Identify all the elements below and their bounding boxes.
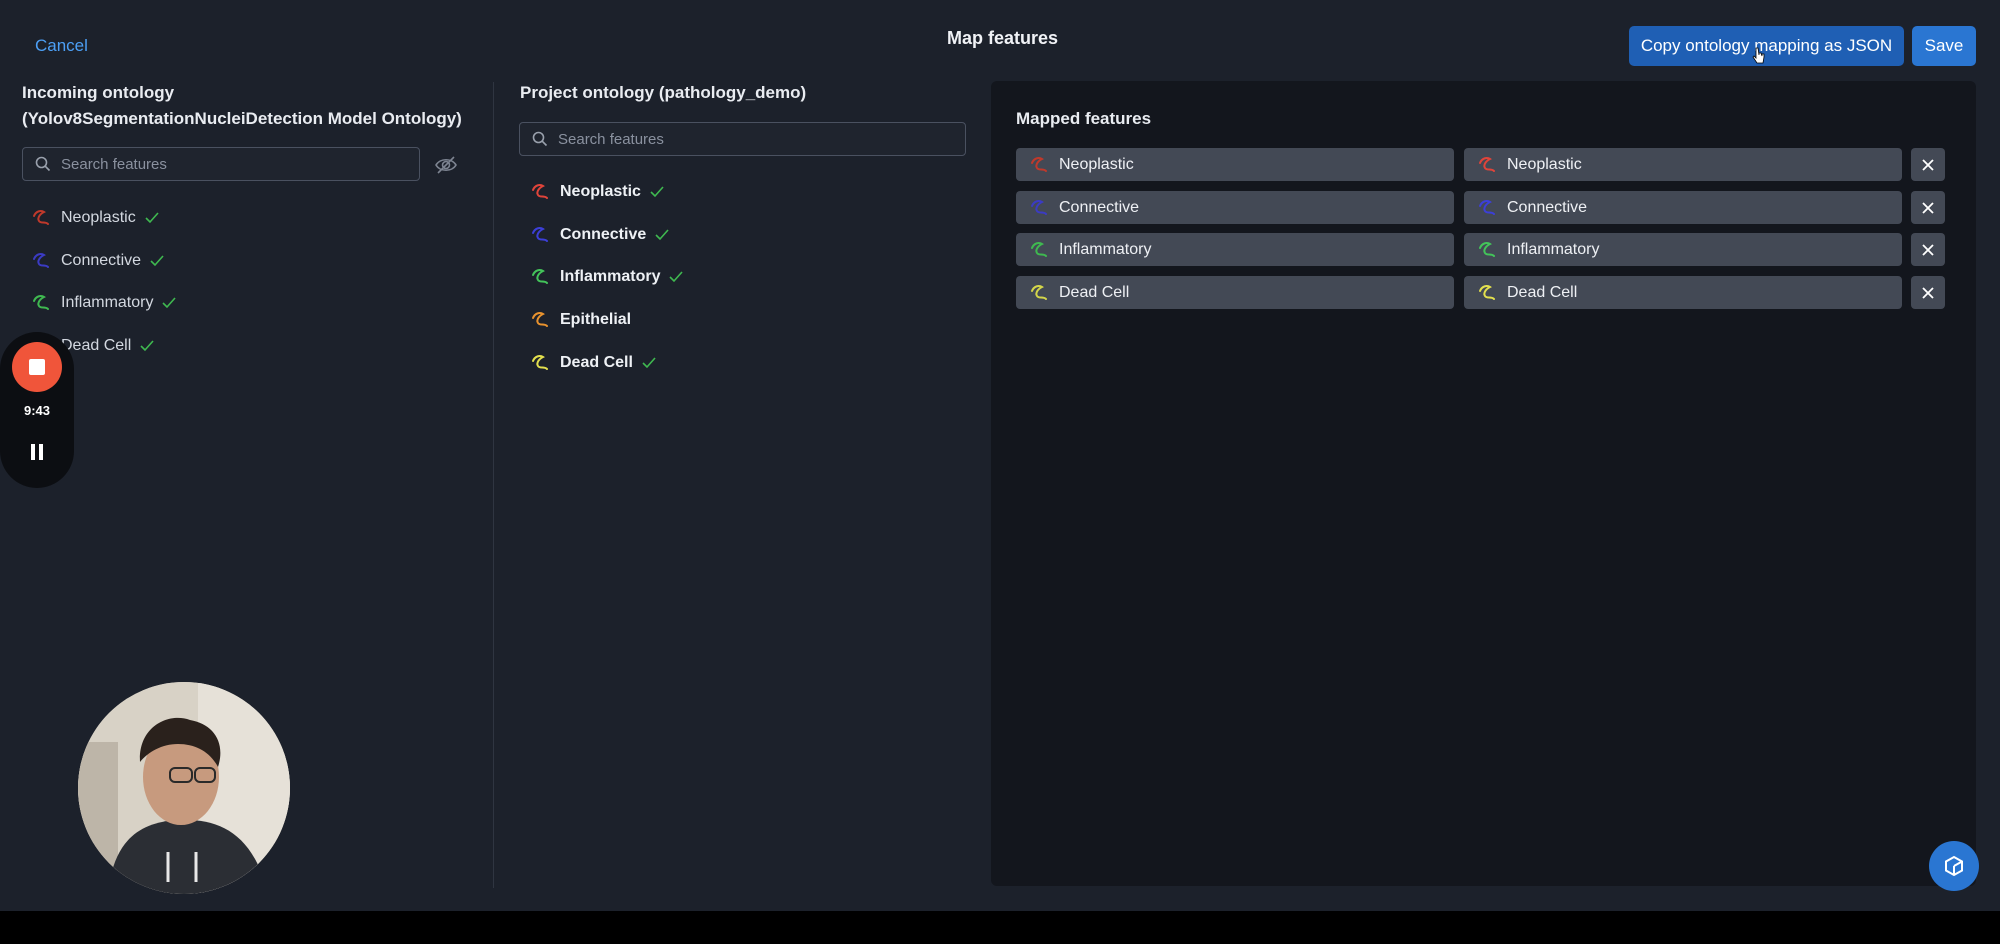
polyline-tool-icon	[1476, 197, 1498, 219]
polyline-tool-icon	[1028, 154, 1050, 176]
close-icon	[1922, 243, 1934, 256]
project-ontology-heading: Project ontology (pathology_demo)	[520, 83, 807, 102]
project-search-input[interactable]	[556, 129, 916, 149]
incoming-heading-line1: Incoming ontology	[22, 83, 175, 102]
help-assistant-button[interactable]	[1929, 841, 1979, 891]
mapped-project-chip[interactable]: Inflammatory	[1464, 233, 1902, 266]
polyline-tool-icon	[1476, 239, 1498, 261]
remove-mapping-button[interactable]	[1911, 276, 1945, 309]
polyline-tool-icon	[529, 309, 551, 331]
polyline-tool-icon	[529, 352, 551, 374]
chip-label: Neoplastic	[1059, 155, 1134, 173]
incoming-feature-item[interactable]: Inflammatory	[30, 288, 177, 318]
incoming-search-box	[22, 147, 420, 181]
page-title: Map features	[947, 28, 1059, 48]
check-icon	[162, 297, 177, 309]
recording-timer: 9:43	[23, 403, 51, 418]
check-icon	[642, 357, 656, 369]
polyline-tool-icon	[529, 181, 551, 203]
search-icon	[35, 156, 51, 172]
chip-label: Inflammatory	[1507, 240, 1600, 258]
polyline-tool-icon	[1476, 154, 1498, 176]
chip-label: Neoplastic	[1507, 155, 1582, 173]
project-search-box	[519, 122, 966, 156]
remove-mapping-button[interactable]	[1911, 148, 1945, 181]
mapped-project-chip[interactable]: Dead Cell	[1464, 276, 1902, 309]
polyline-tool-icon	[529, 224, 551, 246]
mapped-features-heading: Mapped features	[1016, 109, 1152, 128]
mouse-cursor-icon	[1752, 47, 1765, 64]
project-feature-label: Inflammatory	[560, 268, 661, 285]
check-icon	[655, 229, 669, 241]
mapped-incoming-chip[interactable]: Connective	[1016, 191, 1454, 224]
project-feature-label: Epithelial	[560, 311, 632, 328]
mapped-incoming-chip[interactable]: Inflammatory	[1016, 233, 1454, 266]
pause-recording-button[interactable]	[22, 437, 52, 467]
remove-mapping-button[interactable]	[1911, 191, 1945, 224]
webcam-person-image	[78, 682, 290, 894]
polyline-tool-icon	[30, 292, 52, 314]
project-feature-label: Connective	[560, 226, 647, 243]
map-features-dialog: Cancel Map features Copy ontology mappin…	[0, 0, 2000, 911]
close-icon	[1922, 286, 1934, 299]
project-feature-label: Neoplastic	[560, 183, 641, 200]
mapped-project-chip[interactable]: Neoplastic	[1464, 148, 1902, 181]
project-feature-label: Dead Cell	[560, 354, 633, 371]
check-icon	[145, 212, 159, 224]
incoming-search-input[interactable]	[59, 154, 380, 174]
cube-logo-icon	[1945, 855, 1963, 877]
incoming-heading-line2: (Yolov8SegmentationNucleiDetection Model…	[22, 109, 462, 128]
check-icon	[150, 255, 164, 267]
chip-label: Inflammatory	[1059, 240, 1152, 258]
webcam-preview	[78, 682, 290, 894]
screen-recorder-widget: 9:43	[0, 332, 74, 488]
chip-label: Connective	[1059, 198, 1140, 216]
chip-label: Connective	[1507, 198, 1588, 216]
polyline-tool-icon	[1028, 239, 1050, 261]
mapped-features-panel: Mapped features Neoplastic Neoplastic Co…	[991, 81, 1976, 886]
project-feature-item[interactable]: Neoplastic	[529, 177, 664, 207]
check-icon	[650, 186, 664, 198]
stop-icon	[29, 359, 45, 375]
close-icon	[1922, 158, 1934, 171]
column-divider	[493, 82, 494, 888]
pause-icon	[31, 444, 43, 460]
mapped-incoming-chip[interactable]: Dead Cell	[1016, 276, 1454, 309]
incoming-feature-item[interactable]: Connective	[30, 246, 164, 276]
incoming-feature-label: Connective	[61, 252, 142, 269]
stop-recording-button[interactable]	[12, 342, 62, 392]
project-feature-item[interactable]: Inflammatory	[529, 262, 684, 292]
polyline-tool-icon	[529, 266, 551, 288]
save-button[interactable]: Save	[1912, 26, 1976, 66]
polyline-tool-icon	[30, 250, 52, 272]
incoming-feature-label: Dead Cell	[61, 337, 132, 354]
incoming-feature-item[interactable]: Neoplastic	[30, 203, 159, 233]
polyline-tool-icon	[1028, 197, 1050, 219]
hide-mapped-eye-off-icon[interactable]	[434, 154, 458, 176]
incoming-ontology-heading: Incoming ontology (Yolov8SegmentationNuc…	[22, 80, 462, 132]
check-icon	[140, 340, 154, 352]
project-feature-item[interactable]: Dead Cell	[529, 348, 656, 378]
mapped-incoming-chip[interactable]: Neoplastic	[1016, 148, 1454, 181]
chip-label: Dead Cell	[1507, 283, 1578, 301]
polyline-tool-icon	[1476, 282, 1498, 304]
close-icon	[1922, 201, 1934, 214]
search-icon	[532, 131, 548, 147]
polyline-tool-icon	[30, 207, 52, 229]
incoming-feature-label: Neoplastic	[61, 209, 136, 226]
check-icon	[669, 271, 684, 283]
cancel-link[interactable]: Cancel	[35, 36, 88, 56]
mapped-project-chip[interactable]: Connective	[1464, 191, 1902, 224]
polyline-tool-icon	[1028, 282, 1050, 304]
remove-mapping-button[interactable]	[1911, 233, 1945, 266]
chip-label: Dead Cell	[1059, 283, 1130, 301]
project-feature-item[interactable]: Connective	[529, 220, 669, 250]
incoming-feature-label: Inflammatory	[61, 294, 154, 311]
copy-json-button[interactable]: Copy ontology mapping as JSON	[1629, 26, 1904, 66]
project-feature-item[interactable]: Epithelial	[529, 305, 631, 335]
